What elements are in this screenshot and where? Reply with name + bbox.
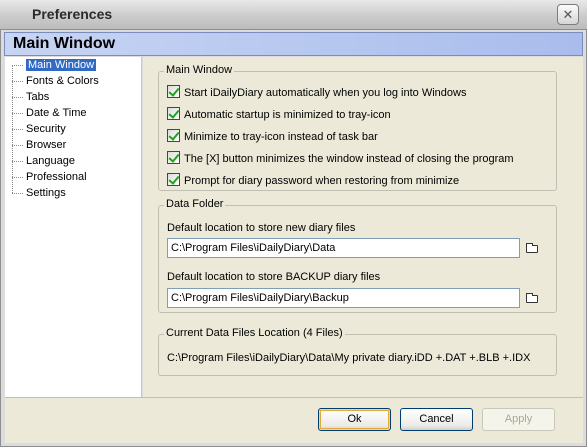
sidebar-item-professional[interactable]: Professional (12, 170, 90, 184)
folder-icon (526, 242, 538, 253)
option-label: Start iDailyDiary automatically when you… (184, 87, 467, 99)
close-icon: ✕ (562, 7, 574, 22)
dialog-footer: Ok Cancel Apply (5, 397, 583, 443)
folder-icon (526, 292, 538, 303)
option-label: Automatic startup is minimized to tray-i… (184, 109, 391, 121)
apply-button[interactable]: Apply (482, 408, 555, 431)
page-title: Main Window (13, 35, 116, 52)
sidebar-item-settings[interactable]: Settings (12, 186, 69, 200)
checkbox[interactable] (167, 151, 180, 164)
main-window-group: Main Window Start iDailyDiary automatica… (158, 64, 557, 191)
backup-path-input[interactable] (167, 288, 520, 308)
new-files-path-input[interactable] (167, 238, 520, 258)
title-bar: Preferences ✕ (0, 0, 587, 30)
group-label: Data Folder (164, 198, 226, 210)
checkbox[interactable] (167, 129, 180, 142)
browse-new-files-button[interactable] (524, 241, 540, 255)
group-label: Main Window (164, 64, 235, 76)
option-label: Minimize to tray-icon instead of task ba… (184, 131, 378, 143)
section-header: Main Window (4, 32, 583, 56)
sidebar-item-label: Tabs (26, 91, 50, 103)
sidebar-item-label: Browser (26, 139, 67, 151)
cancel-button[interactable]: Cancel (400, 408, 473, 431)
option-startup-minimized[interactable]: Automatic startup is minimized to tray-i… (167, 107, 391, 121)
group-label: Current Data Files Location (4 Files) (164, 327, 345, 339)
sidebar-item-tabs[interactable]: Tabs (12, 90, 52, 104)
sidebar-item-label: Main Window (26, 59, 97, 71)
sidebar-item-language[interactable]: Language (12, 154, 78, 168)
new-files-label: Default location to store new diary file… (167, 222, 356, 234)
sidebar-item-fonts-colors[interactable]: Fonts & Colors (12, 74, 102, 88)
checkbox[interactable] (167, 173, 180, 186)
option-close-minimizes[interactable]: The [X] button minimizes the window inst… (167, 151, 514, 165)
settings-panel: Main Window Start iDailyDiary automatica… (143, 57, 583, 397)
checkbox[interactable] (167, 107, 180, 120)
sidebar-item-label: Fonts & Colors (26, 75, 99, 87)
backup-files-label: Default location to store BACKUP diary f… (167, 271, 381, 283)
option-label: The [X] button minimizes the window inst… (184, 153, 514, 165)
ok-button[interactable]: Ok (318, 408, 391, 431)
current-location-value: C:\Program Files\iDailyDiary\Data\My pri… (167, 352, 531, 364)
sidebar-item-security[interactable]: Security (12, 122, 69, 136)
window-title: Preferences (32, 6, 113, 22)
sidebar-tree: Main Window Fonts & Colors Tabs Date & T… (5, 57, 142, 397)
sidebar-item-label: Language (26, 155, 75, 167)
close-button[interactable]: ✕ (557, 4, 579, 25)
option-start-automatically[interactable]: Start iDailyDiary automatically when you… (167, 85, 466, 99)
sidebar-item-label: Security (26, 123, 66, 135)
option-prompt-password[interactable]: Prompt for diary password when restoring… (167, 173, 459, 187)
sidebar-item-main-window[interactable]: Main Window (12, 58, 99, 72)
browse-backup-button[interactable] (524, 291, 540, 305)
current-location-group: Current Data Files Location (4 Files) C:… (158, 327, 557, 376)
data-folder-group: Data Folder Default location to store ne… (158, 198, 557, 313)
option-label: Prompt for diary password when restoring… (184, 175, 460, 187)
sidebar-item-label: Settings (26, 187, 66, 199)
checkbox[interactable] (167, 85, 180, 98)
option-minimize-to-tray[interactable]: Minimize to tray-icon instead of task ba… (167, 129, 378, 143)
sidebar-item-date-time[interactable]: Date & Time (12, 106, 90, 120)
sidebar-item-label: Professional (26, 171, 87, 183)
sidebar-item-label: Date & Time (26, 107, 87, 119)
sidebar-item-browser[interactable]: Browser (12, 138, 69, 152)
